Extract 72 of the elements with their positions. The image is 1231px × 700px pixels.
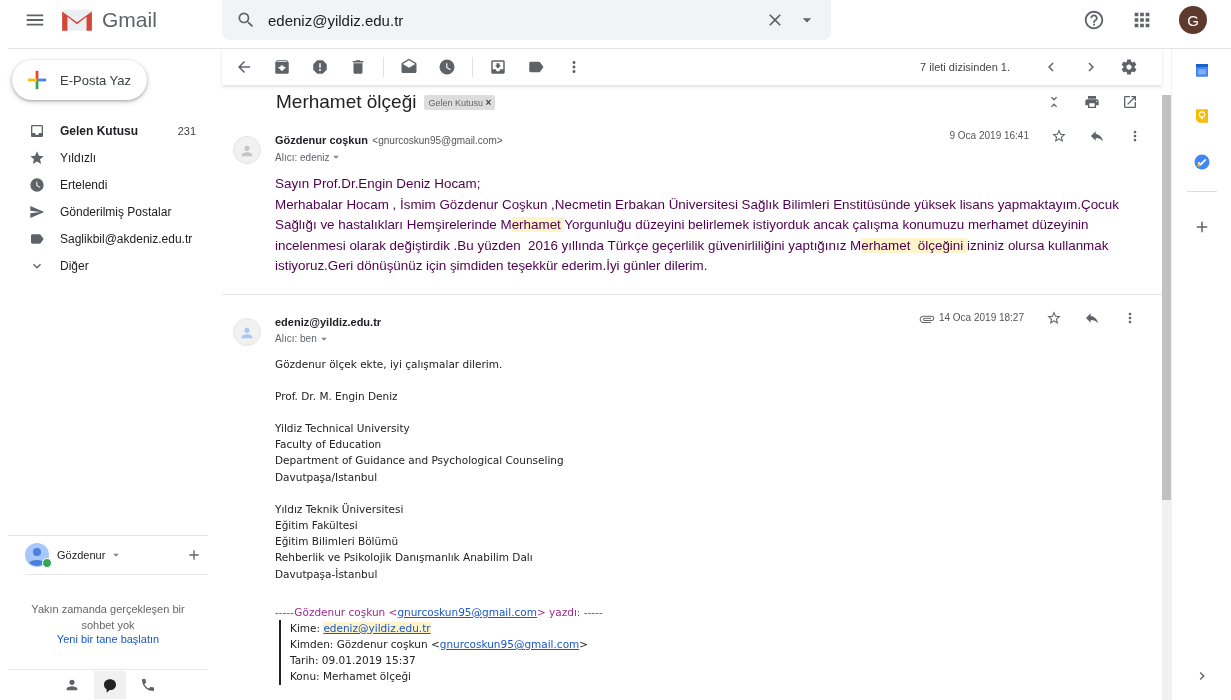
compose-button[interactable]: E-Posta Yaz: [12, 60, 147, 100]
message-date: 14 Oca 2019 18:27: [938, 311, 1024, 323]
email-link[interactable]: edeniz@yildiz.edu.tr: [323, 621, 431, 634]
open-envelope-icon[interactable]: [400, 58, 418, 76]
plus-icon[interactable]: [186, 547, 202, 563]
user-avatar-icon: [25, 543, 49, 567]
chat-user-name[interactable]: Gözdenur: [57, 549, 106, 561]
inbox-arrow-icon[interactable]: [489, 58, 507, 76]
message-line: Yildiz Technical University: [275, 420, 411, 436]
star-outline-icon[interactable]: [1051, 128, 1067, 144]
message-line: Gözdenur ölçek ekte, iyi çalışmalar dilerim.: [275, 356, 504, 372]
nav-item[interactable]: Gelen Kutusu 231: [0, 117, 222, 144]
archive-icon[interactable]: [273, 58, 291, 76]
nav-item[interactable]: Saglikbil@akdeniz.edu.tr: [0, 225, 222, 252]
reply-icon[interactable]: [1089, 128, 1105, 144]
warning-icon[interactable]: [311, 58, 329, 76]
recipient-text[interactable]: Alıcı: edeniz: [275, 151, 330, 163]
message-line: Prof. Dr. M. Engin Deniz: [275, 388, 399, 404]
plus-icon: [26, 69, 48, 91]
message-line: Davutpaşa-İstanbul: [275, 566, 379, 582]
message-date: 9 Oca 2019 16:41: [949, 130, 1029, 141]
nav-item[interactable]: Diğer: [0, 252, 222, 279]
recipient-text[interactable]: Alıcı: ben: [275, 333, 317, 344]
search-icon[interactable]: [236, 10, 256, 30]
start-chat-link[interactable]: Yeni bir tane başlatın: [56, 633, 160, 645]
quote-line: Kime: edeniz@yildiz.edu.tr: [290, 620, 432, 636]
email-link[interactable]: gnurcoskun95@gmail.com: [439, 637, 580, 650]
message-paragraph: Merhabalar Hocam , İsmim Gözdenur Coşkun ,Necmetin Erbakan Üniversitesi Sağlık Bilimleri Enstitüsünde yüksek lisans yapmaktayım.Çocuk Sağlığı ve hastalıkları Hemşirelerinde Merhamet Yorgunluğu düzeyini belirlemek istiyorduk ancak çalışma konumuzu merhamet düzeyinin incelenmesi olarak değiştirdik .Bu yüzden 2016 yıllında Türkçe geçerlilik güvenirliliğini yaptığınız Merhamet ölçeğini izniniz olursa kullanmak istiyoruz.Geri dönüşünüz için şimdiden teşekkür ederim.İyi günler dilerim.: [275, 195, 1120, 275]
help-icon[interactable]: [1083, 9, 1105, 31]
star-icon: [29, 149, 45, 166]
message-line: Department of Guidance and Psychological Counseling: [275, 453, 565, 469]
sender-avatar-icon: [233, 317, 261, 346]
chat-bubble-icon[interactable]: [102, 678, 118, 694]
envelope-logo-icon[interactable]: [60, 7, 94, 33]
inbox-tray-icon: [29, 122, 45, 139]
sender-email: <gnurcoskun95@gmail.com>: [372, 135, 503, 146]
empty-chat-text: Yakın zamanda gerçekleşen bir sohbet yok: [30, 602, 186, 633]
thread-counter: 7 ileti dizisinden 1.: [920, 61, 1010, 73]
clock-icon: [29, 176, 45, 193]
message-line: Rehberlik ve Psikolojik Danışmanlık Anabilim Dalı: [275, 550, 534, 566]
print-icon[interactable]: [1084, 94, 1100, 110]
nav-item[interactable]: Gönderilmiş Postalar: [0, 198, 222, 225]
sender-avatar-icon: [233, 136, 261, 164]
sender-name: edeniz@yildiz.edu.tr: [275, 315, 382, 328]
person-icon[interactable]: [64, 677, 80, 693]
message-line: Faculty of Education: [275, 437, 383, 453]
quote-line: Kimden: Gözdenur coşkun <gnurcoskun95@gmail.com>: [290, 636, 590, 652]
app-name: Gmail: [102, 8, 157, 32]
search-field[interactable]: edeniz@yildiz.edu.tr: [222, 0, 831, 40]
star-outline-icon[interactable]: [1046, 309, 1062, 326]
sender-name: Gözdenur coşkun: [275, 134, 368, 146]
message-paragraph: Sayın Prof.Dr.Engin Deniz Hocam;: [275, 175, 482, 193]
clock-icon[interactable]: [438, 58, 456, 76]
open-external-icon[interactable]: [1122, 94, 1138, 110]
account-avatar[interactable]: G: [1179, 6, 1207, 34]
message-line: Eğitim Fakültesi: [275, 517, 359, 533]
thread-subject: Merhamet ölçeği: [276, 91, 417, 113]
settings-icon[interactable]: [1120, 58, 1138, 76]
send-icon: [29, 203, 45, 220]
quote-line: Konu: Merhamet ölçeği: [290, 669, 412, 685]
quote-intro: -----Gözdenur coşkun <gnurcoskun95@gmail.com> yazdı: -----: [275, 604, 604, 620]
message-line: Davutpaşa/Istanbul: [275, 469, 379, 485]
message-line: Eğitim Bilimleri Bölümü: [275, 534, 400, 550]
email-link[interactable]: gnurcoskun95@gmail.com: [397, 605, 537, 618]
scrollbar-thumb[interactable]: [1162, 95, 1171, 500]
quote-line: Tarih: 09.01.2019 15:37: [290, 653, 417, 669]
nav-item[interactable]: Yıldızlı: [0, 144, 222, 171]
phone-icon[interactable]: [140, 677, 156, 693]
check-circle-icon[interactable]: [1192, 153, 1211, 171]
label-chip[interactable]: Gelen Kutusu ×: [424, 94, 496, 110]
nav-item[interactable]: Ertelendi: [0, 171, 222, 198]
message-line: Yıldız Teknik Üniversitesi: [275, 501, 405, 517]
